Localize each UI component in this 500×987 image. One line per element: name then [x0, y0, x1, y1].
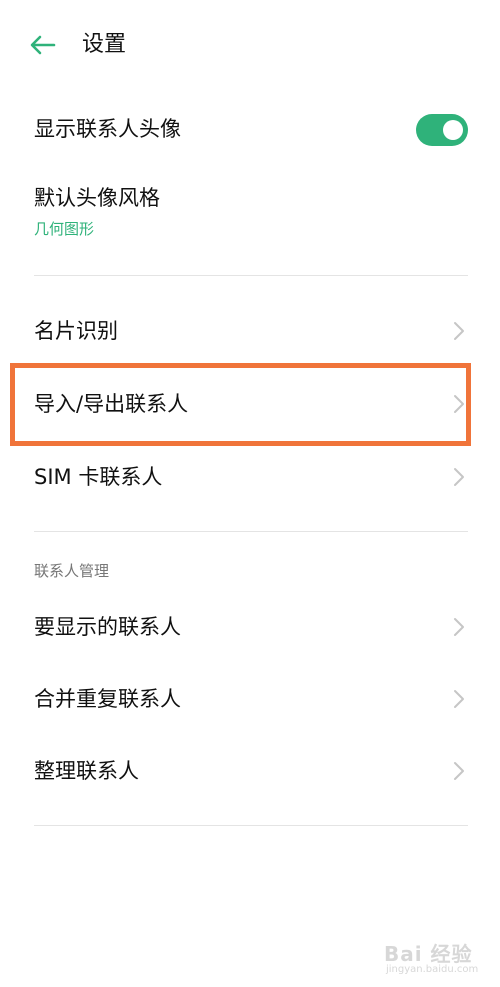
back-button[interactable] — [26, 30, 60, 60]
baidu-jingyan-watermark: Bai 经验 jingyan.baidu.com — [384, 930, 492, 982]
card-recognition-row[interactable]: 名片识别 — [0, 300, 500, 362]
merge-duplicates-row[interactable]: 合并重复联系人 — [0, 668, 500, 730]
chevron-right-icon — [454, 762, 464, 780]
default-avatar-style-row[interactable]: 默认头像风格 几何图形 — [0, 178, 500, 248]
contacts-to-display-row[interactable]: 要显示的联系人 — [0, 596, 500, 658]
sim-contacts-row[interactable]: SIM 卡联系人 — [0, 446, 500, 508]
watermark-subtext: jingyan.baidu.com — [386, 964, 479, 975]
merge-duplicates-label: 合并重复联系人 — [34, 687, 181, 711]
toggle-knob — [443, 120, 463, 140]
divider — [34, 531, 468, 532]
show-avatar-toggle[interactable] — [416, 114, 468, 146]
chevron-right-icon — [454, 468, 464, 486]
import-export-contacts-row[interactable]: 导入/导出联系人 — [0, 373, 500, 435]
chevron-right-icon — [454, 395, 464, 413]
divider — [34, 825, 468, 826]
watermark-text: Bai 经验 — [384, 942, 473, 966]
card-recognition-label: 名片识别 — [34, 319, 118, 343]
chevron-right-icon — [454, 618, 464, 636]
sim-contacts-label: SIM 卡联系人 — [34, 465, 163, 489]
page-title: 设置 — [82, 32, 127, 57]
show-avatar-label: 显示联系人头像 — [34, 117, 181, 141]
organize-contacts-label: 整理联系人 — [34, 759, 139, 783]
contacts-to-display-label: 要显示的联系人 — [34, 615, 181, 639]
section-title-contact-management: 联系人管理 — [34, 562, 110, 580]
organize-contacts-row[interactable]: 整理联系人 — [0, 740, 500, 802]
chevron-right-icon — [454, 690, 464, 708]
arrow-left-icon — [30, 35, 56, 55]
divider — [34, 275, 468, 276]
default-avatar-style-value: 几何图形 — [34, 220, 95, 238]
import-export-contacts-label: 导入/导出联系人 — [34, 392, 189, 416]
default-avatar-style-label: 默认头像风格 — [34, 186, 160, 210]
header-bar: 设置 — [0, 0, 500, 90]
chevron-right-icon — [454, 322, 464, 340]
